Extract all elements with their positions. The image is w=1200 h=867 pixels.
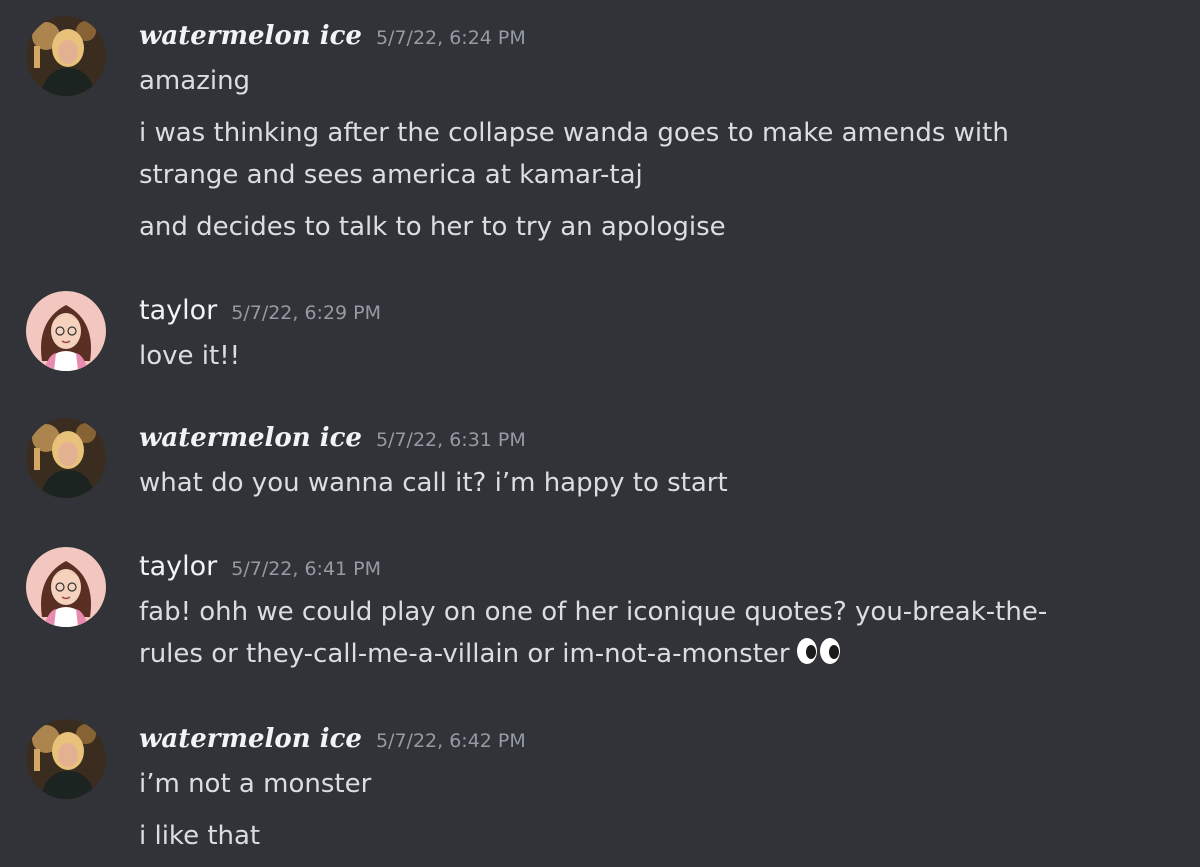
- message-text: i was thinking after the collapse wanda …: [139, 118, 1009, 148]
- message-text: what do you wanna call it? i’m happy to …: [139, 468, 728, 498]
- timestamp: 5/7/22, 6:24 PM: [375, 27, 526, 49]
- username[interactable]: watermelon ice: [139, 16, 362, 56]
- message-text: i’m not a monster: [139, 769, 372, 799]
- message-text: strange and sees america at kamar-taj: [139, 160, 643, 190]
- message-text: i like that: [139, 821, 261, 851]
- username[interactable]: watermelon ice: [139, 719, 362, 759]
- username[interactable]: taylor: [139, 291, 217, 331]
- message-group: taylor 5/7/22, 6:29 PM love it!!: [0, 291, 1200, 381]
- timestamp: 5/7/22, 6:41 PM: [231, 558, 382, 580]
- avatar-watermelon-ice[interactable]: [26, 16, 106, 96]
- message-group: watermelon ice 5/7/22, 6:31 PM what do y…: [0, 418, 1200, 508]
- message-text: fab! ohh we could play on one of her ico…: [139, 597, 1048, 627]
- username[interactable]: watermelon ice: [139, 418, 362, 458]
- avatar-watermelon-ice[interactable]: [26, 719, 106, 799]
- message-group: watermelon ice 5/7/22, 6:42 PM i’m not a…: [0, 719, 1200, 859]
- timestamp: 5/7/22, 6:42 PM: [375, 730, 526, 752]
- message-text: amazing: [139, 66, 251, 96]
- message-line: rules or they-call-me-a-villain or im-no…: [139, 633, 1099, 679]
- timestamp: 5/7/22, 6:31 PM: [375, 429, 526, 451]
- message-group: taylor 5/7/22, 6:41 PM fab! ohh we could…: [0, 547, 1200, 687]
- timestamp: 5/7/22, 6:29 PM: [231, 302, 382, 324]
- message-text: and decides to talk to her to try an apo…: [139, 212, 726, 242]
- message-text: love it!!: [139, 341, 241, 371]
- avatar-taylor[interactable]: [26, 547, 106, 627]
- chat-messages: watermelon ice 5/7/22, 6:24 PM amazing i…: [0, 0, 1200, 867]
- message-group: watermelon ice 5/7/22, 6:24 PM amazing i…: [0, 16, 1200, 246]
- avatar-taylor[interactable]: [26, 291, 106, 371]
- username[interactable]: taylor: [139, 547, 217, 587]
- message-text: rules or they-call-me-a-villain or im-no…: [139, 639, 790, 669]
- avatar-watermelon-ice[interactable]: [26, 418, 106, 498]
- eyes-emoji-icon: [796, 636, 842, 679]
